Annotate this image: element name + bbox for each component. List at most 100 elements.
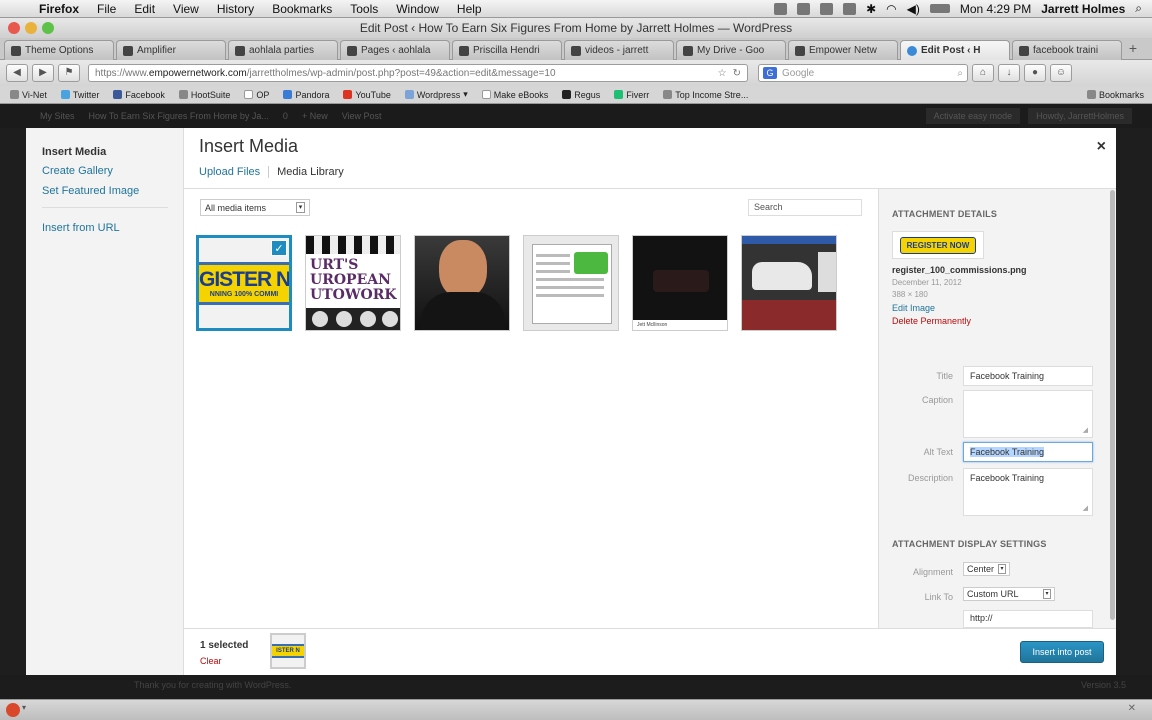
browser-tab[interactable]: facebook traini [1012, 40, 1122, 60]
edit-image-link[interactable]: Edit Image [892, 303, 1116, 313]
browser-tab-active[interactable]: Edit Post ‹ H [900, 40, 1010, 60]
bookmark-folder[interactable]: Wordpress ▾ [404, 89, 468, 100]
menu-edit[interactable]: Edit [125, 2, 164, 16]
status-app-icon[interactable] [820, 2, 834, 15]
menu-view[interactable]: View [164, 2, 208, 16]
attachment-thumbnail[interactable] [741, 235, 837, 331]
alignment-select[interactable]: Center ▾ [963, 562, 1011, 576]
menu-file[interactable]: File [88, 2, 125, 16]
bookmark-item[interactable]: Top Income Stre... [663, 90, 748, 100]
addon-button[interactable]: ● [1024, 64, 1046, 82]
media-filter-select[interactable]: All media items ▾ [200, 199, 310, 216]
wp-bar-item[interactable]: My Sites [40, 111, 75, 121]
search-bar[interactable]: G Google ⌕ [758, 64, 968, 82]
clear-selection-link[interactable]: Clear [200, 656, 222, 666]
site-identity-icon[interactable]: ⚑ [58, 64, 80, 82]
dropdown-arrow-icon[interactable]: ▾ [22, 703, 26, 712]
bookmark-item[interactable]: Facebook [113, 90, 165, 100]
resize-grip-icon[interactable]: ◢ [1083, 426, 1088, 434]
browser-tab[interactable]: Pages ‹ aohlala [340, 40, 450, 60]
home-button[interactable]: ⌂ [972, 64, 994, 82]
menu-history[interactable]: History [208, 2, 263, 16]
title-input[interactable]: Facebook Training [963, 366, 1093, 386]
wp-bar-item[interactable]: Howdy, JarrettHolmes [1028, 108, 1132, 124]
close-addon-bar-icon[interactable]: ✕ [1128, 703, 1136, 714]
bluetooth-icon[interactable]: ✱ [866, 2, 876, 16]
minimize-window-button[interactable] [25, 22, 37, 34]
menu-tools[interactable]: Tools [341, 2, 387, 16]
bookmark-item[interactable]: Regus [562, 90, 600, 100]
zoom-window-button[interactable] [42, 22, 54, 34]
attachment-thumbnail[interactable] [414, 235, 510, 331]
bookmark-star-icon[interactable]: ☆ [718, 68, 727, 79]
bookmark-item[interactable]: Vi-Net [10, 90, 47, 100]
wifi-icon[interactable]: ◠ [886, 2, 896, 16]
browser-tab[interactable]: My Drive - Goo [676, 40, 786, 60]
description-textarea[interactable]: Facebook Training ◢ [963, 468, 1093, 516]
menu-help[interactable]: Help [448, 2, 491, 16]
volume-icon[interactable]: ◀) [907, 2, 920, 16]
browser-tab[interactable]: videos - jarrett [564, 40, 674, 60]
wp-bar-item[interactable]: Activate easy mode [925, 108, 1021, 124]
browser-tab[interactable]: Amplifier [116, 40, 226, 60]
delete-permanently-link[interactable]: Delete Permanently [892, 316, 1116, 326]
browser-tab[interactable]: Empower Netw [788, 40, 898, 60]
browser-tab[interactable]: Priscilla Hendri [452, 40, 562, 60]
downloads-button[interactable]: ↓ [998, 64, 1020, 82]
tab-media-library[interactable]: Media Library [269, 166, 352, 178]
search-icon[interactable]: ⌕ [957, 68, 963, 79]
sidebar-item-create-gallery[interactable]: Create Gallery [42, 165, 183, 177]
bookmark-item[interactable]: Pandora [283, 90, 329, 100]
caption-textarea[interactable]: ◢ [963, 390, 1093, 438]
browser-tab[interactable]: aohlala parties [228, 40, 338, 60]
details-scrollbar[interactable] [1110, 190, 1115, 620]
spotlight-search-icon[interactable]: ⌕ [1135, 1, 1142, 16]
bookmark-item[interactable]: HootSuite [178, 90, 230, 100]
link-to-select[interactable]: Custom URL ▾ [963, 587, 1055, 601]
battery-icon[interactable] [929, 4, 950, 13]
insert-into-post-button[interactable]: Insert into post [1020, 641, 1104, 663]
reload-icon[interactable]: ↻ [733, 68, 741, 79]
back-button[interactable]: ◀ [6, 64, 28, 82]
bookmark-item[interactable]: Make eBooks [481, 90, 548, 100]
check-icon[interactable]: ✓ [271, 240, 287, 256]
attachment-thumbnail[interactable]: Jett Mcllinson [632, 235, 728, 331]
new-tab-button[interactable]: + [1124, 38, 1142, 59]
bookmark-item[interactable]: Twitter [60, 90, 99, 100]
tab-upload-files[interactable]: Upload Files [199, 166, 270, 178]
wp-bar-item[interactable]: View Post [342, 111, 382, 121]
sidebar-item-insert-from-url[interactable]: Insert from URL [42, 222, 183, 234]
status-app-icon[interactable] [797, 2, 811, 15]
media-search-input[interactable]: Search [748, 199, 862, 216]
resize-grip-icon[interactable]: ◢ [1083, 504, 1088, 512]
sidebar-item-set-featured-image[interactable]: Set Featured Image [42, 185, 183, 197]
selected-attachment-thumbnail[interactable]: ISTER N [270, 633, 306, 669]
bookmarks-menu-button[interactable]: Bookmarks [1086, 90, 1152, 100]
wp-bar-item[interactable]: + New [302, 111, 328, 121]
bookmark-item[interactable]: OP [244, 90, 269, 100]
browser-tab[interactable]: Theme Options [4, 40, 114, 60]
status-app-icon[interactable] [774, 2, 788, 15]
attachment-thumbnail[interactable]: GISTER NO NNING 100% COMMI ✓ [196, 235, 292, 331]
close-icon[interactable]: × [1097, 138, 1106, 156]
close-window-button[interactable] [8, 22, 20, 34]
addon-button[interactable]: ☺ [1050, 64, 1072, 82]
forward-button[interactable]: ▶ [32, 64, 54, 82]
address-url[interactable]: https://www.empowernetwork.com/jarrettho… [95, 68, 712, 79]
google-engine-icon[interactable]: G [763, 67, 777, 79]
wp-bar-item[interactable]: 0 [283, 111, 288, 121]
attachment-thumbnail[interactable] [523, 235, 619, 331]
sidebar-item-insert-media[interactable]: Insert Media [42, 146, 183, 158]
menu-bookmarks[interactable]: Bookmarks [263, 2, 341, 16]
attachment-thumbnail[interactable]: URT'S UROPEAN UTOWORK [305, 235, 401, 331]
address-bar[interactable]: https://www.empowernetwork.com/jarrettho… [88, 64, 748, 82]
menu-app-firefox[interactable]: Firefox [30, 2, 88, 16]
user-name[interactable]: Jarrett Holmes [1041, 2, 1125, 16]
link-url-input[interactable]: http:// [963, 610, 1093, 628]
firefox-addon-icon[interactable] [6, 703, 20, 717]
bookmark-item[interactable]: YouTube [343, 90, 391, 100]
wp-bar-item[interactable]: How To Earn Six Figures From Home by Ja.… [89, 111, 269, 121]
menu-window[interactable]: Window [387, 2, 448, 16]
status-app-icon[interactable] [843, 2, 857, 15]
clock[interactable]: Mon 4:29 PM [960, 2, 1031, 16]
